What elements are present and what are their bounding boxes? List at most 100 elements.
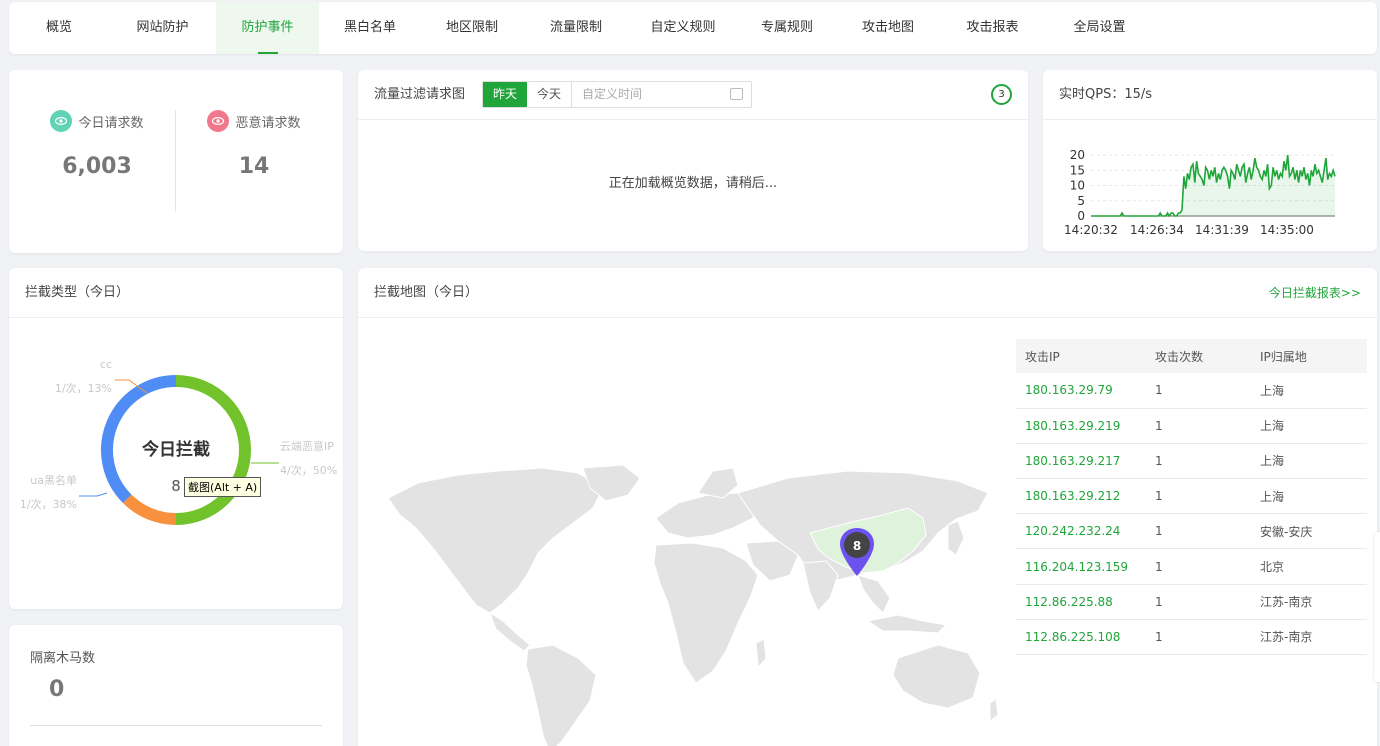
map-pin-icon[interactable]: 8	[838, 526, 876, 578]
nav-tab[interactable]: 防护事件	[216, 2, 319, 54]
donut-label-line	[79, 493, 107, 496]
card-header: 拦截类型（今日）	[9, 268, 343, 318]
loading-message: 正在加载概览数据，请稍后...	[608, 176, 778, 191]
table-row: 180.163.29.219 1 上海	[1016, 408, 1367, 444]
qps-y-tick: 5	[1077, 194, 1085, 208]
australia-shape	[892, 644, 981, 709]
qps-title: 实时QPS：15/s	[1059, 87, 1153, 102]
attack-ip-cell[interactable]: 180.163.29.79	[1016, 373, 1146, 409]
table-row: 120.242.232.24 1 安徽-安庆	[1016, 513, 1367, 550]
intercept-type-title: 拦截类型（今日）	[25, 285, 130, 300]
table-header-row: 攻击IP 攻击次数 IP归属地	[1016, 339, 1367, 373]
card-header: 拦截地图（今日） 今日拦截报表>>	[358, 268, 1377, 318]
trojan-title: 隔离木马数	[30, 651, 96, 666]
donut-slice-label: 云端恶意IP	[280, 439, 334, 453]
attack-ip-cell[interactable]: 180.163.29.219	[1016, 408, 1146, 444]
map-pin-count: 8	[853, 539, 861, 553]
qps-x-tick: 14:20:32	[1064, 223, 1118, 237]
malicious-requests-stat: 恶意请求数 14	[174, 110, 334, 179]
nav-tab[interactable]: 黑白名单	[319, 2, 421, 54]
nav-tab[interactable]: 概览	[9, 2, 109, 54]
nav-tab[interactable]: 地区限制	[421, 2, 523, 54]
central-america-shape	[489, 611, 531, 652]
qps-y-tick: 0	[1077, 209, 1085, 223]
col-attack-ip: 攻击IP	[1016, 339, 1146, 373]
donut-slice-label: cc	[100, 358, 112, 371]
attack-ip-table: 攻击IP 攻击次数 IP归属地 180.163.29.79 1 上海 180.163.…	[1016, 339, 1367, 656]
today-report-link[interactable]: 今日拦截报表>>	[1269, 268, 1361, 318]
attack-ip-cell[interactable]: 116.204.123.159	[1016, 548, 1146, 585]
request-stats-card: 今日请求数 6,003 恶意请求数 14	[9, 70, 343, 253]
custom-time-placeholder: 自定义时间	[582, 87, 643, 101]
attack-count-cell: 1	[1146, 513, 1251, 550]
table-row: 180.163.29.212 1 上海	[1016, 478, 1367, 515]
table-row: 112.86.225.88 1 江苏-南京	[1016, 584, 1367, 620]
date-yesterday-button[interactable]: 昨天	[483, 82, 528, 107]
count-badge[interactable]: 3	[991, 84, 1012, 105]
nav-tab[interactable]: 自定义规则	[629, 2, 737, 54]
nav-tab[interactable]: 攻击地图	[837, 2, 939, 54]
custom-time-input[interactable]: 自定义时间	[571, 82, 751, 107]
donut-slice-value: 4/次，50%	[280, 463, 337, 477]
screenshot-tooltip: 截图(Alt + A)	[184, 477, 262, 497]
nav-tab[interactable]: 流量限制	[523, 2, 629, 54]
intercept-map-card: 拦截地图（今日） 今日拦截报表>> 8 攻击IP 攻击次数 IP归属地 180.…	[358, 268, 1377, 746]
qps-line-chart: 0510 1520 14:20:32 14:26:34 14:31:39 14:35:00	[1064, 148, 1336, 237]
col-ip-location: IP归属地	[1251, 339, 1367, 373]
col-attack-count: 攻击次数	[1146, 339, 1251, 373]
date-today-button[interactable]: 今天	[527, 82, 571, 107]
qps-x-tick: 14:31:39	[1195, 223, 1249, 237]
malicious-requests-value: 14	[238, 154, 270, 179]
donut-center-title: 今日拦截	[142, 439, 210, 460]
attack-count-cell: 1	[1146, 373, 1251, 409]
attack-count-cell: 1	[1146, 408, 1251, 444]
madagascar-shape	[755, 638, 767, 669]
qps-x-tick: 14:35:00	[1260, 223, 1314, 237]
attack-ip-cell[interactable]: 180.163.29.217	[1016, 443, 1146, 480]
nav-tab[interactable]: 全局设置	[1046, 2, 1153, 54]
attack-ip-cell[interactable]: 120.242.232.24	[1016, 513, 1146, 550]
eye-icon	[207, 110, 230, 132]
ip-location-cell: 上海	[1251, 408, 1367, 444]
nav-tab[interactable]: 网站防护	[109, 2, 216, 54]
attack-ip-cell[interactable]: 112.86.225.108	[1016, 619, 1146, 656]
traffic-filter-card: 流量过滤请求图 昨天 今天 自定义时间 3 正在加载概览数据，请稍后...	[358, 70, 1028, 251]
top-nav: 概览 网站防护 防护事件 黑白名单 地区限制 流量限制 自定义规则 专属规则 攻击地图 攻击报表全…	[9, 2, 1377, 54]
attack-count-cell: 1	[1146, 478, 1251, 515]
card-header: 流量过滤请求图 昨天 今天 自定义时间 3	[358, 70, 1028, 120]
donut-slice-value: 1/次，38%	[20, 497, 77, 511]
attack-count-cell: 1	[1146, 548, 1251, 585]
table-row: 180.163.29.217 1 上海	[1016, 443, 1367, 480]
table-row: 116.204.123.159 1 北京	[1016, 548, 1367, 585]
north-america-shape	[387, 467, 604, 614]
ip-location-cell: 上海	[1251, 373, 1367, 409]
traffic-filter-title: 流量过滤请求图	[374, 87, 466, 102]
africa-shape	[653, 542, 759, 684]
ip-location-cell: 上海	[1251, 478, 1367, 515]
ip-location-cell: 江苏-南京	[1251, 584, 1367, 620]
nav-tab[interactable]: 攻击报表	[939, 2, 1046, 54]
south-america-shape	[525, 644, 597, 746]
malicious-requests-label: 恶意请求数	[235, 115, 301, 131]
attack-count-cell: 1	[1146, 443, 1251, 480]
intercept-donut-chart: 云端恶意IP 4/次，50% cc 1/次，13% ua黑名单 1/次，38% 今日拦截 8	[9, 318, 343, 609]
ip-location-cell: 江苏-南京	[1251, 619, 1367, 656]
attack-ip-cell[interactable]: 112.86.225.88	[1016, 584, 1146, 620]
qps-y-tick: 15	[1070, 163, 1085, 177]
donut-slice-value: 1/次，13%	[55, 381, 112, 395]
attack-count-cell: 1	[1146, 584, 1251, 620]
table-row: 180.163.29.79 1 上海	[1016, 373, 1367, 409]
nav-tab[interactable]: 专属规则	[737, 2, 837, 54]
qps-y-tick: 10	[1070, 179, 1085, 193]
calendar-icon	[730, 88, 744, 100]
side-scroll-handle[interactable]	[1374, 532, 1380, 682]
divider	[30, 725, 322, 726]
india-shape	[802, 560, 839, 612]
ip-location-cell: 上海	[1251, 443, 1367, 480]
date-range-selector: 昨天 今天 自定义时间	[482, 81, 753, 108]
attack-ip-cell[interactable]: 180.163.29.212	[1016, 478, 1146, 515]
indonesia-shape	[866, 614, 948, 634]
japan-shape	[947, 520, 965, 556]
intercept-type-card: 拦截类型（今日） 云端恶意IP 4/次，50% cc 1/次，13% ua黑名单 1/次，…	[9, 268, 343, 609]
trojan-card: 隔离木马数 0	[9, 625, 343, 746]
